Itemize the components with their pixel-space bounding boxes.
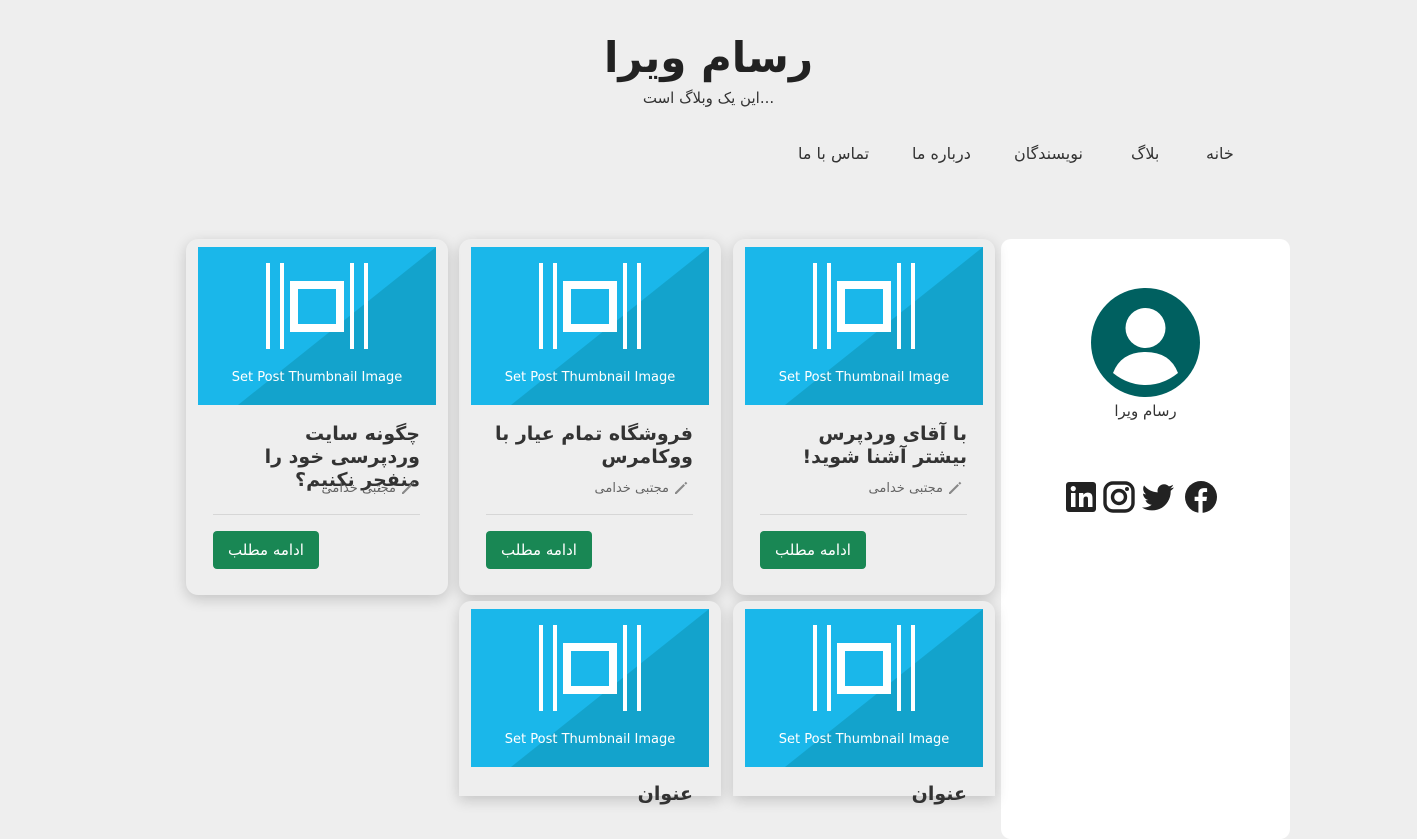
post-card: Set Post Thumbnail Image با آقای وردپرس … [733,239,995,595]
card-divider [213,514,420,515]
site-tagline: این یک وبلاگ است... [642,89,775,107]
post-thumbnail[interactable]: Set Post Thumbnail Image [471,247,709,405]
thumbnail-caption: Set Post Thumbnail Image [505,732,675,747]
nav-item-blog[interactable]: بلاگ [1131,142,1159,166]
instagram-icon[interactable] [1102,480,1136,514]
post-card: Set Post Thumbnail Image فروشگاه تمام عی… [459,239,721,595]
read-more-button[interactable]: ادامه مطلب [213,531,319,569]
post-title[interactable]: با آقای وردپرس بیشتر آشنا شوید! [762,423,968,469]
post-title[interactable]: عنوان [488,783,693,806]
post-card: Set Post Thumbnail Image عنوان [733,601,995,805]
thumbnail-caption: Set Post Thumbnail Image [779,370,949,385]
post-title[interactable]: عنوان [762,783,967,806]
thumbnail-caption: Set Post Thumbnail Image [779,732,949,747]
post-author: مجتبی خدامی [594,480,669,496]
nav-item-contact[interactable]: تماس با ما [798,142,869,166]
author-name: رسام ویرا [1114,402,1177,420]
post-card: Set Post Thumbnail Image چگونه سایت وردپ… [186,239,448,595]
thumbnail-caption: Set Post Thumbnail Image [505,370,675,385]
post-title[interactable]: فروشگاه تمام عیار با ووکامرس [488,423,693,469]
card-divider [486,514,693,515]
facebook-icon[interactable] [1184,480,1218,514]
nav-item-about[interactable]: درباره ما [912,142,971,166]
avatar [1091,288,1200,397]
nav-item-home[interactable]: خانه [1206,142,1234,166]
post-meta: مجتبی خدامی [869,480,963,496]
post-thumbnail[interactable]: Set Post Thumbnail Image [745,247,983,405]
pencil-icon [949,481,962,494]
twitter-icon[interactable] [1141,480,1175,514]
read-more-button[interactable]: ادامه مطلب [760,531,866,569]
post-thumbnail[interactable]: Set Post Thumbnail Image [198,247,436,405]
author-sidebar: رسام ویرا [1001,239,1290,839]
linkedin-icon[interactable] [1064,480,1098,514]
post-thumbnail[interactable]: Set Post Thumbnail Image [745,609,983,767]
thumbnail-caption: Set Post Thumbnail Image [232,370,402,385]
pencil-icon [402,481,415,494]
post-meta: مجتبی خدامی [322,480,416,496]
read-more-button[interactable]: ادامه مطلب [486,531,592,569]
post-card: Set Post Thumbnail Image عنوان [459,601,721,805]
post-thumbnail[interactable]: Set Post Thumbnail Image [471,609,709,767]
card-divider [760,514,967,515]
pencil-icon [675,481,688,494]
site-title[interactable]: رسام ویرا [0,30,1417,86]
post-author: مجتبی خدامی [868,480,943,496]
post-meta: مجتبی خدامی [595,480,689,496]
main-nav: خانه بلاگ نویسندگان درباره ما تماس با ما [0,142,1417,166]
nav-item-authors[interactable]: نویسندگان [1014,142,1083,166]
post-author: مجتبی خدامی [321,480,396,496]
